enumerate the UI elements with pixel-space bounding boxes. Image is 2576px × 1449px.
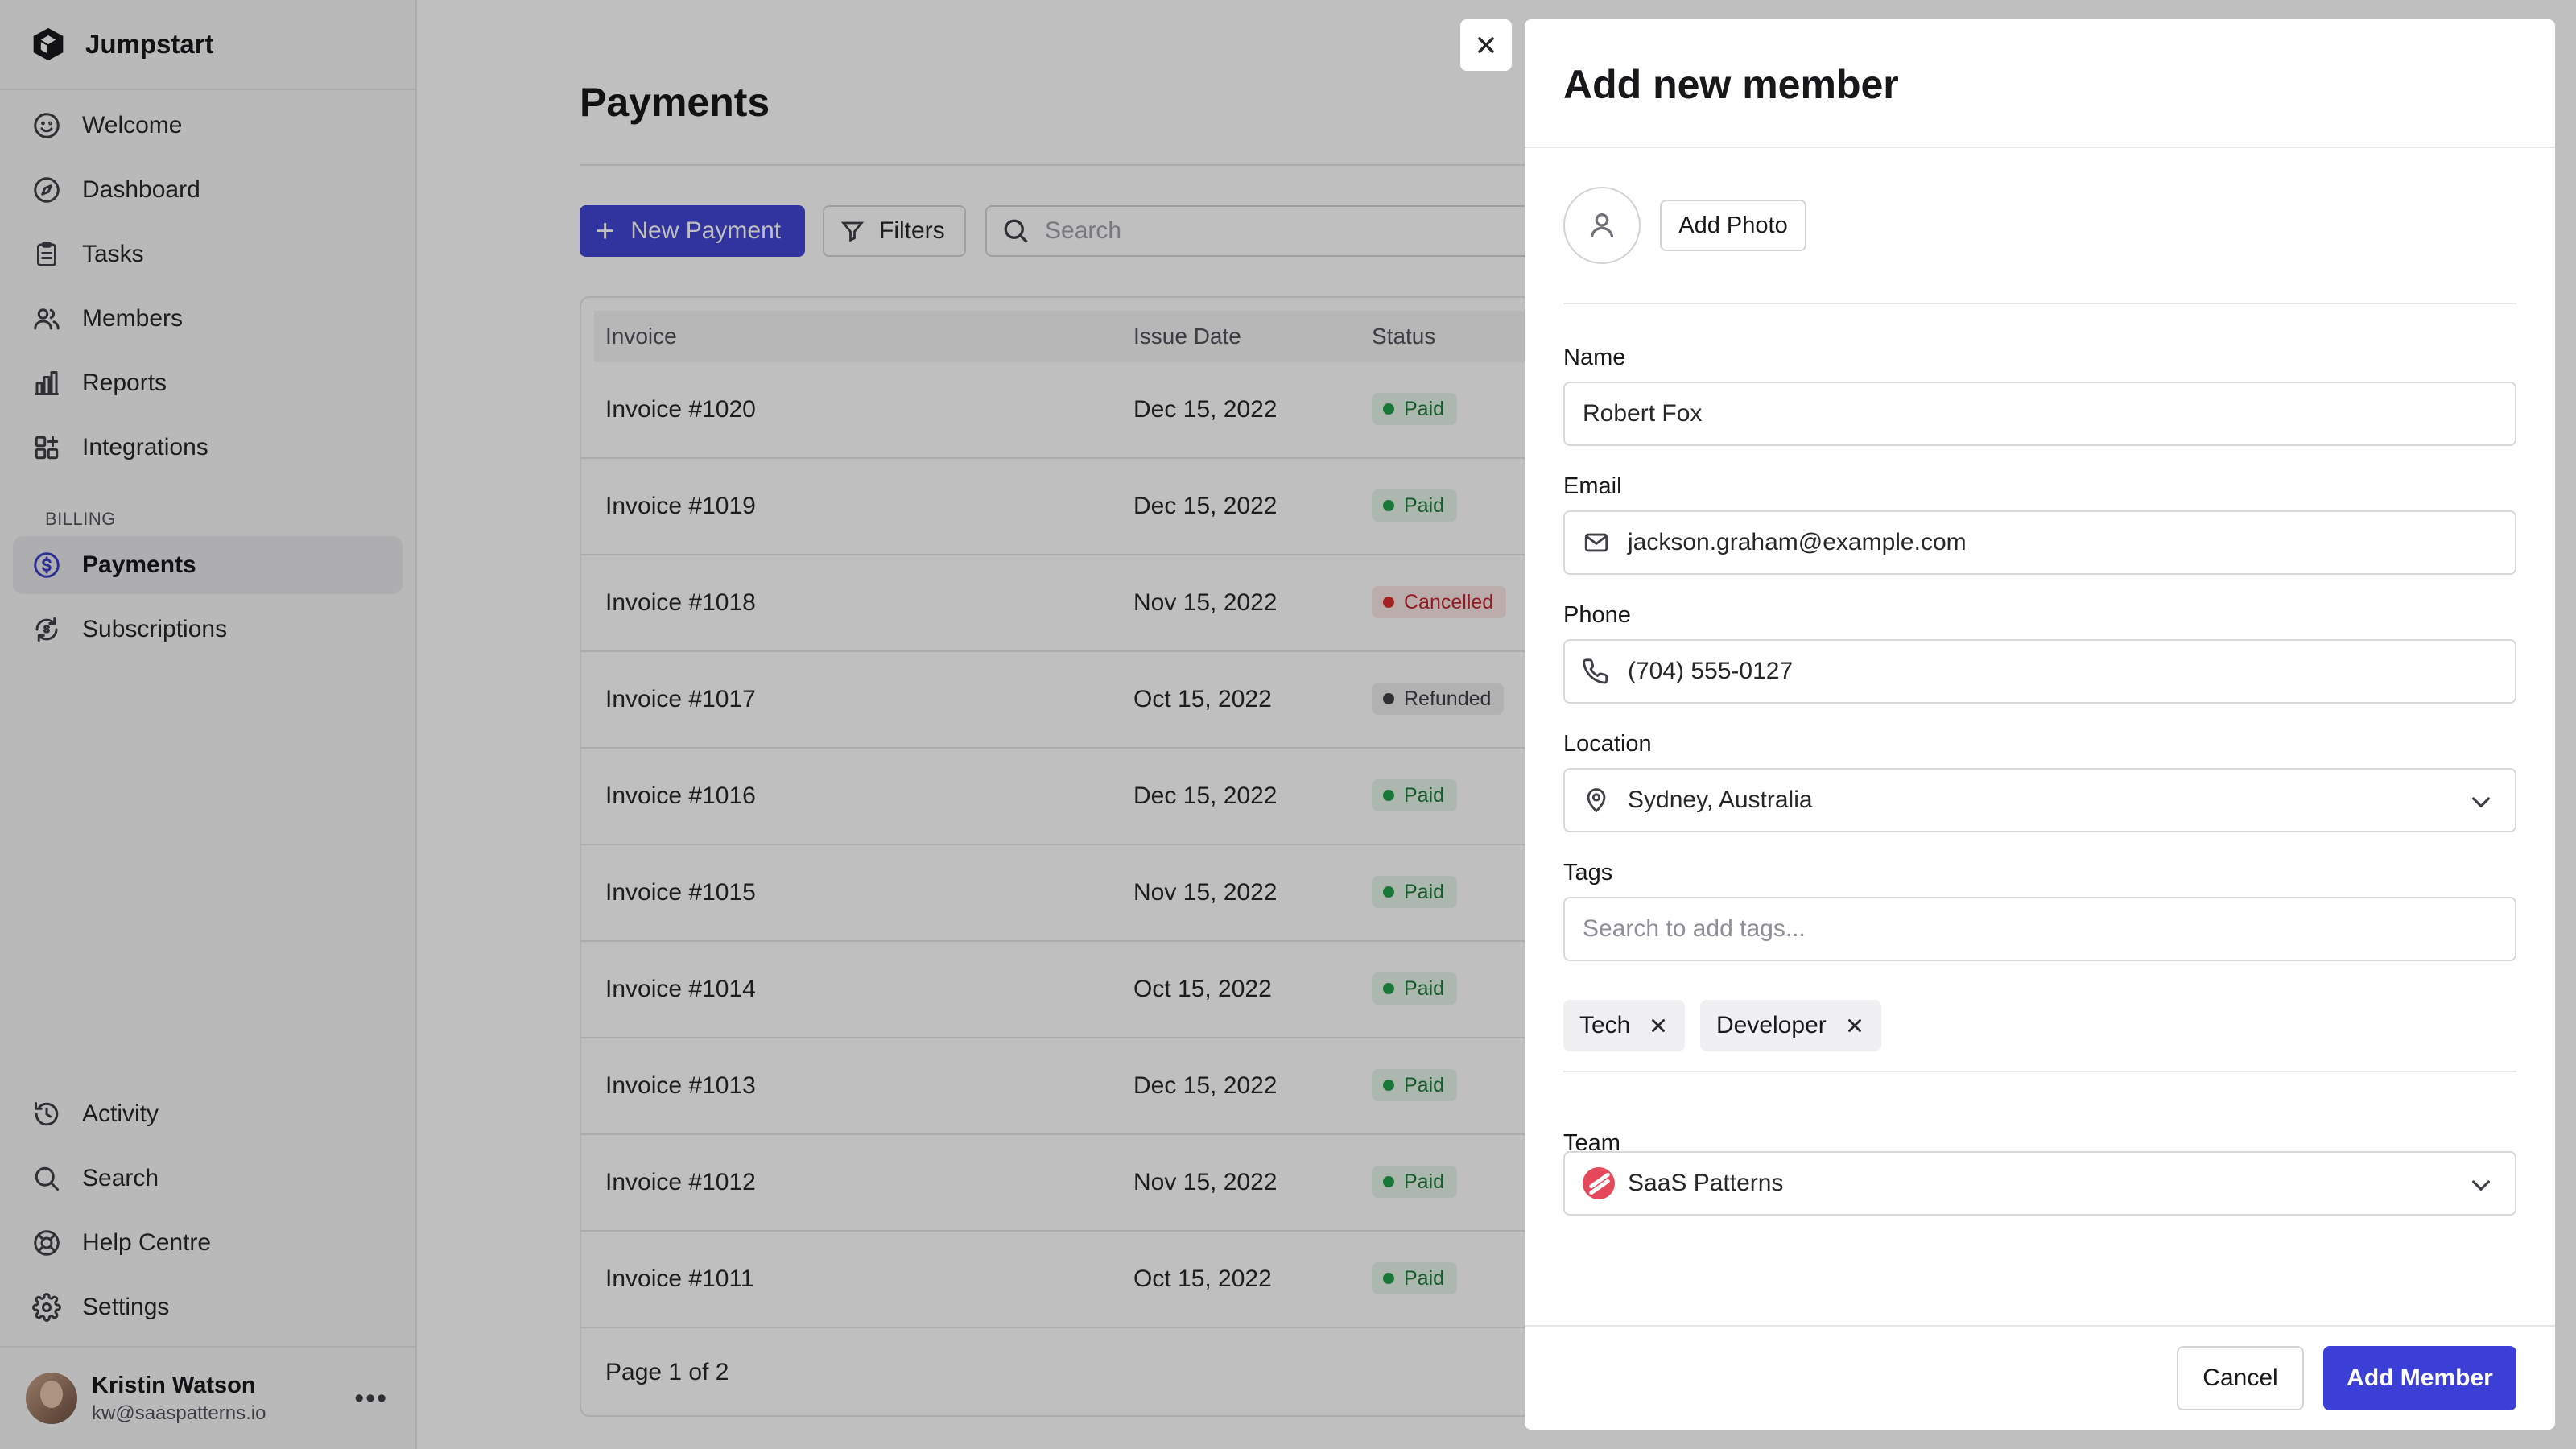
- team-select[interactable]: SaaS Patterns: [1563, 1151, 2516, 1216]
- phone-field[interactable]: (704) 555-0127: [1563, 639, 2516, 704]
- tag-label: Tech: [1579, 1012, 1631, 1038]
- tags-search-input[interactable]: Search to add tags...: [1563, 897, 2516, 961]
- name-field[interactable]: Robert Fox: [1563, 382, 2516, 446]
- name-label: Name: [1563, 345, 1626, 370]
- divider: [1563, 303, 2516, 304]
- tags-placeholder: Search to add tags...: [1583, 915, 1806, 942]
- email-label: Email: [1563, 473, 1622, 499]
- tags-label: Tags: [1563, 860, 1613, 886]
- location-label: Location: [1563, 731, 1652, 757]
- tag-chip-developer: Developer: [1700, 1000, 1881, 1051]
- phone-label: Phone: [1563, 602, 1631, 628]
- chevron-down-icon: [2472, 797, 2490, 807]
- divider: [1563, 1071, 2516, 1072]
- user-icon: [1590, 213, 1614, 238]
- remove-tag-icon[interactable]: [1648, 1015, 1669, 1036]
- name-value: Robert Fox: [1583, 400, 1703, 427]
- mail-icon: [1584, 533, 1608, 552]
- divider: [1525, 147, 2555, 148]
- photo-placeholder: [1563, 187, 1641, 264]
- location-select[interactable]: Sydney, Australia: [1563, 768, 2516, 832]
- email-value: jackson.graham@example.com: [1628, 529, 1967, 555]
- cancel-button[interactable]: Cancel: [2177, 1346, 2304, 1410]
- drawer-title: Add new member: [1563, 62, 1899, 107]
- close-icon: [1478, 37, 1494, 53]
- email-field[interactable]: jackson.graham@example.com: [1563, 510, 2516, 575]
- add-member-drawer: Add new member Add Photo Name Robert Fox…: [1525, 19, 2555, 1430]
- add-member-button[interactable]: Add Member: [2323, 1346, 2516, 1410]
- map-pin-icon: [1587, 788, 1606, 812]
- phone-icon: [1583, 658, 1608, 684]
- tag-chip-tech: Tech: [1563, 1000, 1686, 1051]
- tag-label: Developer: [1716, 1012, 1827, 1038]
- close-drawer-button[interactable]: [1460, 19, 1512, 71]
- remove-tag-icon[interactable]: [1844, 1015, 1865, 1036]
- phone-value: (704) 555-0127: [1628, 658, 1794, 684]
- location-value: Sydney, Australia: [1628, 786, 1813, 813]
- team-value: SaaS Patterns: [1628, 1170, 1784, 1196]
- divider: [1525, 1325, 2555, 1327]
- add-photo-button[interactable]: Add Photo: [1660, 200, 1806, 251]
- team-logo-icon: [1583, 1167, 1615, 1199]
- chevron-down-icon: [2472, 1180, 2490, 1191]
